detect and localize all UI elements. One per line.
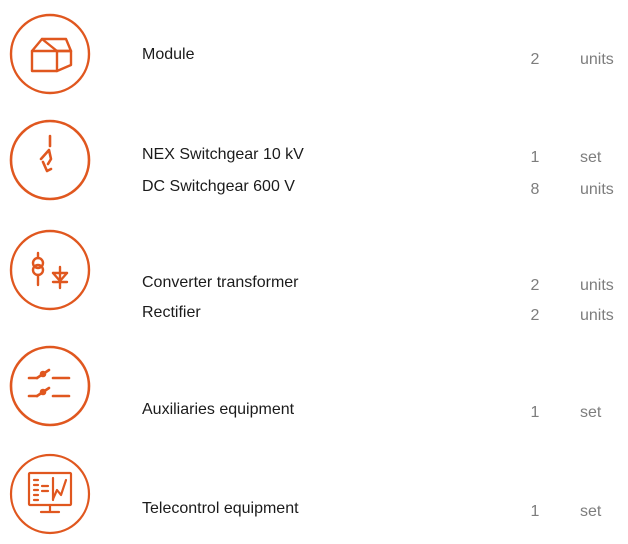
item-name: Auxiliaries equipment [142,401,295,418]
item-unit: units [580,181,614,198]
item-unit: units [580,307,614,324]
transformer-rectifier-icon [9,229,91,311]
item-quantity: 2 [530,307,540,324]
item-unit: set [580,503,602,520]
item-quantity: 8 [530,181,540,198]
switchgear-icon [9,119,91,201]
item-quantity: 2 [530,51,540,68]
item-unit: set [580,149,602,166]
item-quantity: 2 [530,277,540,294]
item-quantity: 1 [530,404,540,421]
item-name: Converter transformer [142,274,299,291]
module-box-icon [9,13,91,95]
auxiliaries-switch-icon [9,345,91,427]
item-quantity: 1 [530,149,540,166]
item-name: Telecontrol equipment [142,500,299,517]
item-name: Rectifier [142,304,201,321]
item-name: Module [142,46,195,63]
item-quantity: 1 [530,503,540,520]
item-unit: units [580,277,614,294]
telecontrol-monitor-icon [9,453,91,535]
item-name: DC Switchgear 600 V [142,178,295,195]
item-name: NEX Switchgear 10 kV [142,146,304,163]
item-unit: set [580,404,602,421]
item-unit: units [580,51,614,68]
